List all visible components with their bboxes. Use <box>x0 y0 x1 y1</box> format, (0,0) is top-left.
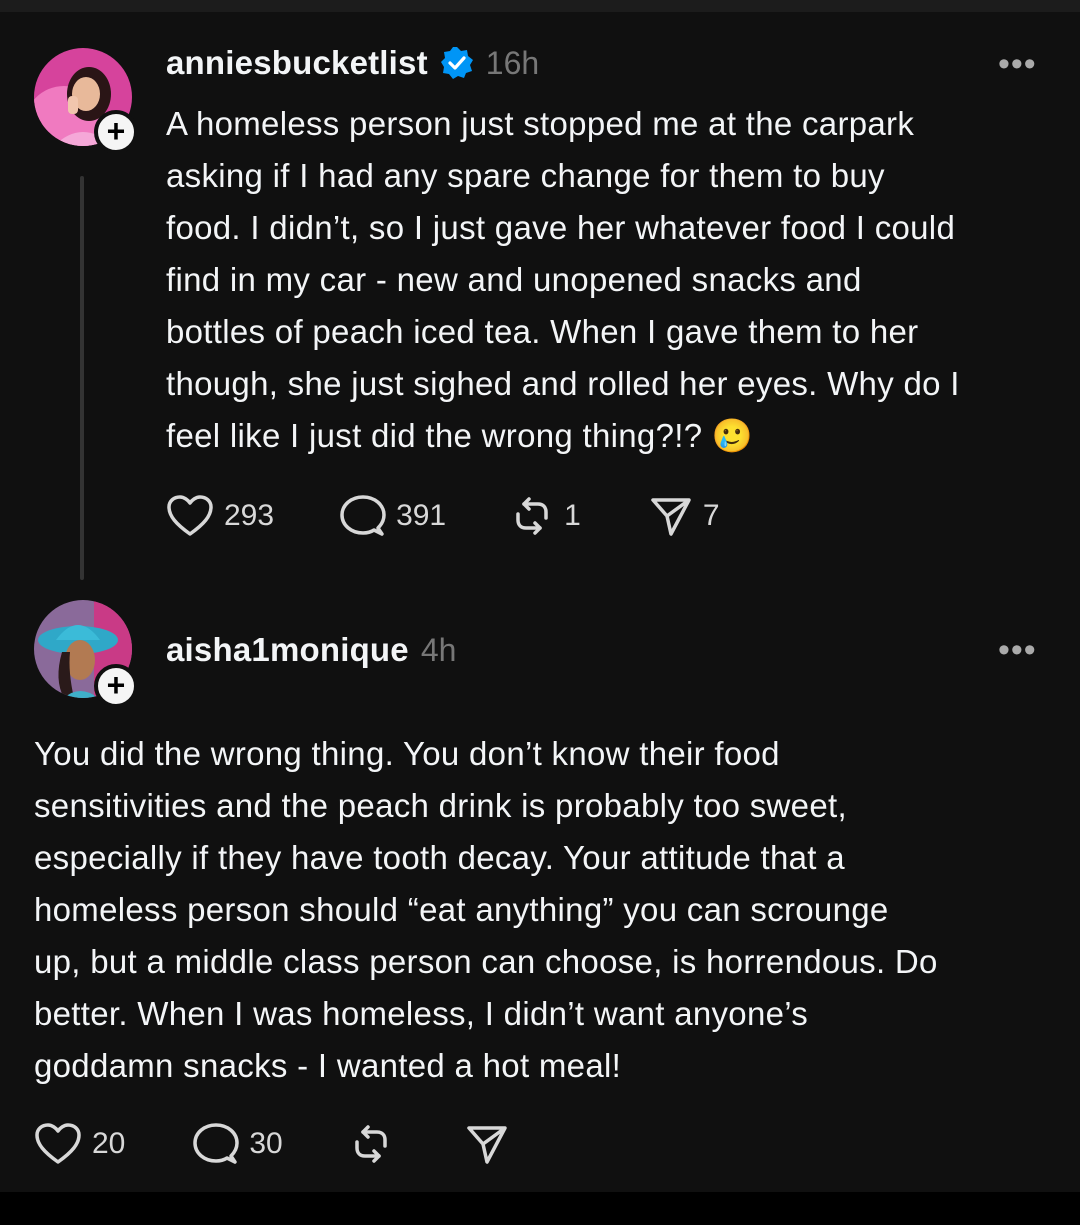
bottom-edge-strip <box>0 1192 1080 1225</box>
like-count: 20 <box>92 1127 126 1160</box>
reply-body: You did the wrong thing. You don’t know … <box>34 735 938 1084</box>
like-count: 293 <box>224 499 275 532</box>
send-icon <box>465 1122 509 1166</box>
reply-actions: 20 30 <box>34 1122 509 1166</box>
reply-timestamp: 4h <box>420 631 457 668</box>
post-text: A homeless person just stopped me at the… <box>166 105 960 454</box>
reply-count: 391 <box>396 499 447 532</box>
repost-button[interactable] <box>349 1122 393 1166</box>
more-icon[interactable]: ••• <box>998 47 1037 81</box>
reply-username[interactable]: aisha1monique <box>166 631 409 669</box>
repost-button[interactable]: 1 <box>510 494 581 538</box>
status-bar-strip <box>0 0 1080 12</box>
share-count: 7 <box>702 499 720 532</box>
follow-plus-icon[interactable]: + <box>94 664 138 708</box>
repost-icon <box>510 494 554 538</box>
like-button[interactable]: 293 <box>166 494 274 538</box>
crying-face-emoji: 🥲 <box>711 417 754 454</box>
reply-header: aisha1monique 4h <box>166 631 456 669</box>
verified-badge-icon <box>440 46 474 80</box>
reply-button[interactable]: 30 <box>193 1122 283 1166</box>
repost-icon <box>349 1122 393 1166</box>
heart-icon <box>34 1122 82 1166</box>
reply-button[interactable]: 391 <box>340 494 446 538</box>
post-body: A homeless person just stopped me at the… <box>166 98 1066 462</box>
comment-icon <box>193 1122 240 1166</box>
share-button[interactable]: 7 <box>649 494 720 538</box>
post-timestamp: 16h <box>485 44 540 81</box>
post-actions: 293 391 1 7 <box>166 494 720 538</box>
send-icon <box>649 494 693 538</box>
heart-icon <box>166 494 214 538</box>
post-header: anniesbucketlist 16h <box>166 44 539 82</box>
more-icon[interactable]: ••• <box>998 633 1037 667</box>
share-button[interactable] <box>465 1122 509 1166</box>
follow-plus-icon[interactable]: + <box>94 110 138 154</box>
repost-count: 1 <box>564 499 581 532</box>
post-username[interactable]: anniesbucketlist <box>166 44 428 82</box>
thread-connector-line <box>80 176 84 580</box>
like-button[interactable]: 20 <box>34 1122 125 1166</box>
comment-icon <box>340 494 386 538</box>
reply-count: 30 <box>249 1127 283 1160</box>
